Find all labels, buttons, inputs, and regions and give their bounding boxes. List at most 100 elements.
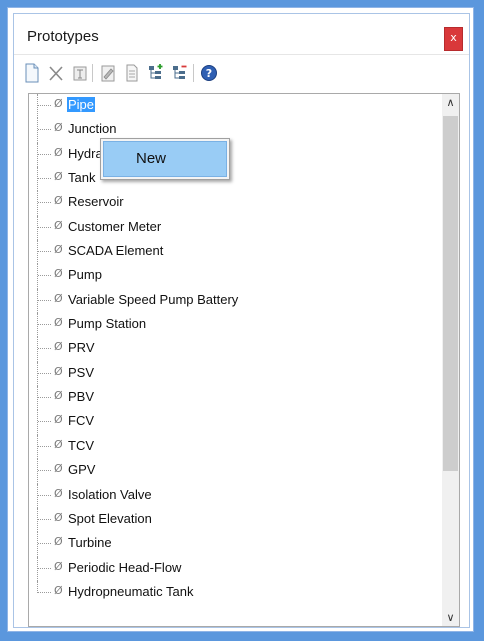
report-icon[interactable] <box>122 62 142 84</box>
tree-item-label: Variable Speed Pump Battery <box>68 291 239 307</box>
edit-icon[interactable] <box>98 62 118 84</box>
tree-item[interactable]: Ø SCADA Element <box>29 240 441 265</box>
tree-item[interactable]: Ø PRV <box>29 337 441 362</box>
tree-item-label: Spot Elevation <box>68 510 152 526</box>
prototype-node-icon: Ø <box>54 121 63 135</box>
tree-item-label: PSV <box>68 364 95 380</box>
tree-item-label: PRV <box>68 340 95 356</box>
tree-connector <box>38 105 51 106</box>
prototype-node-icon: Ø <box>54 218 63 232</box>
scroll-thumb[interactable] <box>443 116 458 471</box>
tree-guide-line <box>37 361 39 387</box>
tree-item[interactable]: Ø PSV <box>29 361 441 387</box>
prototype-node-icon: Ø <box>54 389 63 403</box>
prototype-tree[interactable]: Ø Pipe Ø Junction Ø Hydrant Ø Tank Ø Reservoir Ø Cu… <box>28 93 460 627</box>
tree-item-label: Isolation Valve <box>68 486 152 502</box>
tree-item-label: Periodic Head-Flow <box>68 559 182 575</box>
vertical-scrollbar[interactable]: ∧ ∨ <box>442 94 459 626</box>
tree-connector <box>38 251 51 253</box>
tree-item[interactable]: Ø Pump <box>29 264 441 289</box>
tree-item-label: GPV <box>68 462 96 478</box>
tree-item[interactable]: Ø FCV <box>29 410 441 435</box>
prototype-node-icon: Ø <box>54 462 63 476</box>
rename-icon[interactable] <box>70 62 90 84</box>
tree-connector <box>38 226 51 228</box>
tree-item[interactable]: Ø Pipe <box>29 94 441 119</box>
tree-guide-line <box>37 556 39 581</box>
tree-connector <box>38 372 51 374</box>
tree-item-label: Pump <box>68 267 102 283</box>
tree-item[interactable]: Ø Tank <box>29 167 441 192</box>
tree-item-label: Pipe <box>67 97 96 112</box>
tree-guide-line <box>37 191 39 216</box>
help-icon[interactable]: ? <box>199 62 219 84</box>
tree-connector <box>38 567 51 569</box>
window-body: Prototypes x ? Ø Pipe Ø Junction Ø Hydra… <box>13 13 470 628</box>
prototype-node-icon: Ø <box>54 583 63 597</box>
tree-item[interactable]: Ø Spot Elevation <box>29 507 441 533</box>
prototype-node-icon: Ø <box>54 559 63 573</box>
toolbar: ? <box>22 62 462 86</box>
tree-guide-line <box>37 459 39 484</box>
tree-guide-line <box>37 313 39 338</box>
tree-item[interactable]: Ø Periodic Head-Flow <box>29 556 441 581</box>
tree-item[interactable]: Ø Reservoir <box>29 191 441 216</box>
prototype-node-icon: Ø <box>54 243 63 257</box>
tree-item[interactable]: Ø Hydrant <box>29 142 441 168</box>
tree-connector <box>38 299 51 301</box>
prototype-node-icon: Ø <box>54 364 63 378</box>
tree-item[interactable]: Ø TCV <box>29 434 441 460</box>
tree-item-label: PBV <box>68 389 95 405</box>
prototype-node-icon: Ø <box>54 486 63 500</box>
prototype-node-icon: Ø <box>54 145 63 159</box>
delete-icon[interactable] <box>46 62 66 84</box>
prototype-node-icon: Ø <box>54 340 63 354</box>
toolbar-separator <box>193 64 194 82</box>
tree-guide-line <box>37 337 39 362</box>
tree-guide-line <box>37 410 39 435</box>
tree-connector <box>38 153 51 155</box>
tree-guide-line <box>37 167 39 192</box>
new-icon[interactable] <box>22 62 42 84</box>
tree-guide-line <box>37 386 39 411</box>
svg-text:?: ? <box>206 67 212 80</box>
tree-item[interactable]: Ø Variable Speed Pump Battery <box>29 288 441 314</box>
expand-all-icon[interactable] <box>146 62 166 84</box>
collapse-all-icon[interactable] <box>170 62 190 84</box>
title-bar[interactable]: Prototypes x <box>14 14 469 55</box>
tree-item[interactable]: Ø Pump Station <box>29 313 441 338</box>
window-title: Prototypes <box>27 28 99 45</box>
tree-item[interactable]: Ø PBV <box>29 386 441 411</box>
menu-item-new[interactable]: New <box>103 141 227 177</box>
tree-connector <box>38 445 51 447</box>
tree-item[interactable]: Ø Hydropneumatic Tank <box>29 580 441 605</box>
tree-item-label: Turbine <box>68 535 112 551</box>
tree-item[interactable]: Ø Junction <box>29 118 441 143</box>
close-button[interactable]: x <box>444 27 463 51</box>
tree-connector <box>38 494 51 496</box>
tree-item-label: Tank <box>68 170 96 186</box>
prototype-node-icon: Ø <box>54 170 63 184</box>
tree-item[interactable]: Ø GPV <box>29 459 441 484</box>
prototypes-window: Prototypes x ? Ø Pipe Ø Junction Ø Hydra… <box>7 7 474 632</box>
tree-item[interactable]: Ø Customer Meter <box>29 215 441 241</box>
tree-item[interactable]: Ø Isolation Valve <box>29 483 441 508</box>
prototype-node-icon: Ø <box>54 194 63 208</box>
tree-guide-line <box>37 483 39 508</box>
scroll-up-icon[interactable]: ∧ <box>442 94 459 111</box>
context-menu: New <box>100 138 230 180</box>
menu-item-label: New <box>136 150 167 167</box>
scroll-down-icon[interactable]: ∨ <box>442 609 459 626</box>
tree-item[interactable]: Ø Turbine <box>29 532 441 557</box>
tree-guide-line <box>37 434 39 460</box>
tree-guide-line <box>37 118 39 143</box>
tree-item-label: Reservoir <box>68 194 124 210</box>
prototype-node-icon: Ø <box>54 437 63 451</box>
toolbar-separator <box>92 64 93 82</box>
prototype-node-icon: Ø <box>54 267 63 281</box>
tree-guide-line <box>37 94 39 119</box>
prototype-node-icon: Ø <box>54 413 63 427</box>
tree-guide-line <box>37 288 39 314</box>
prototype-node-icon: Ø <box>54 316 63 330</box>
tree-guide-line <box>37 507 39 533</box>
